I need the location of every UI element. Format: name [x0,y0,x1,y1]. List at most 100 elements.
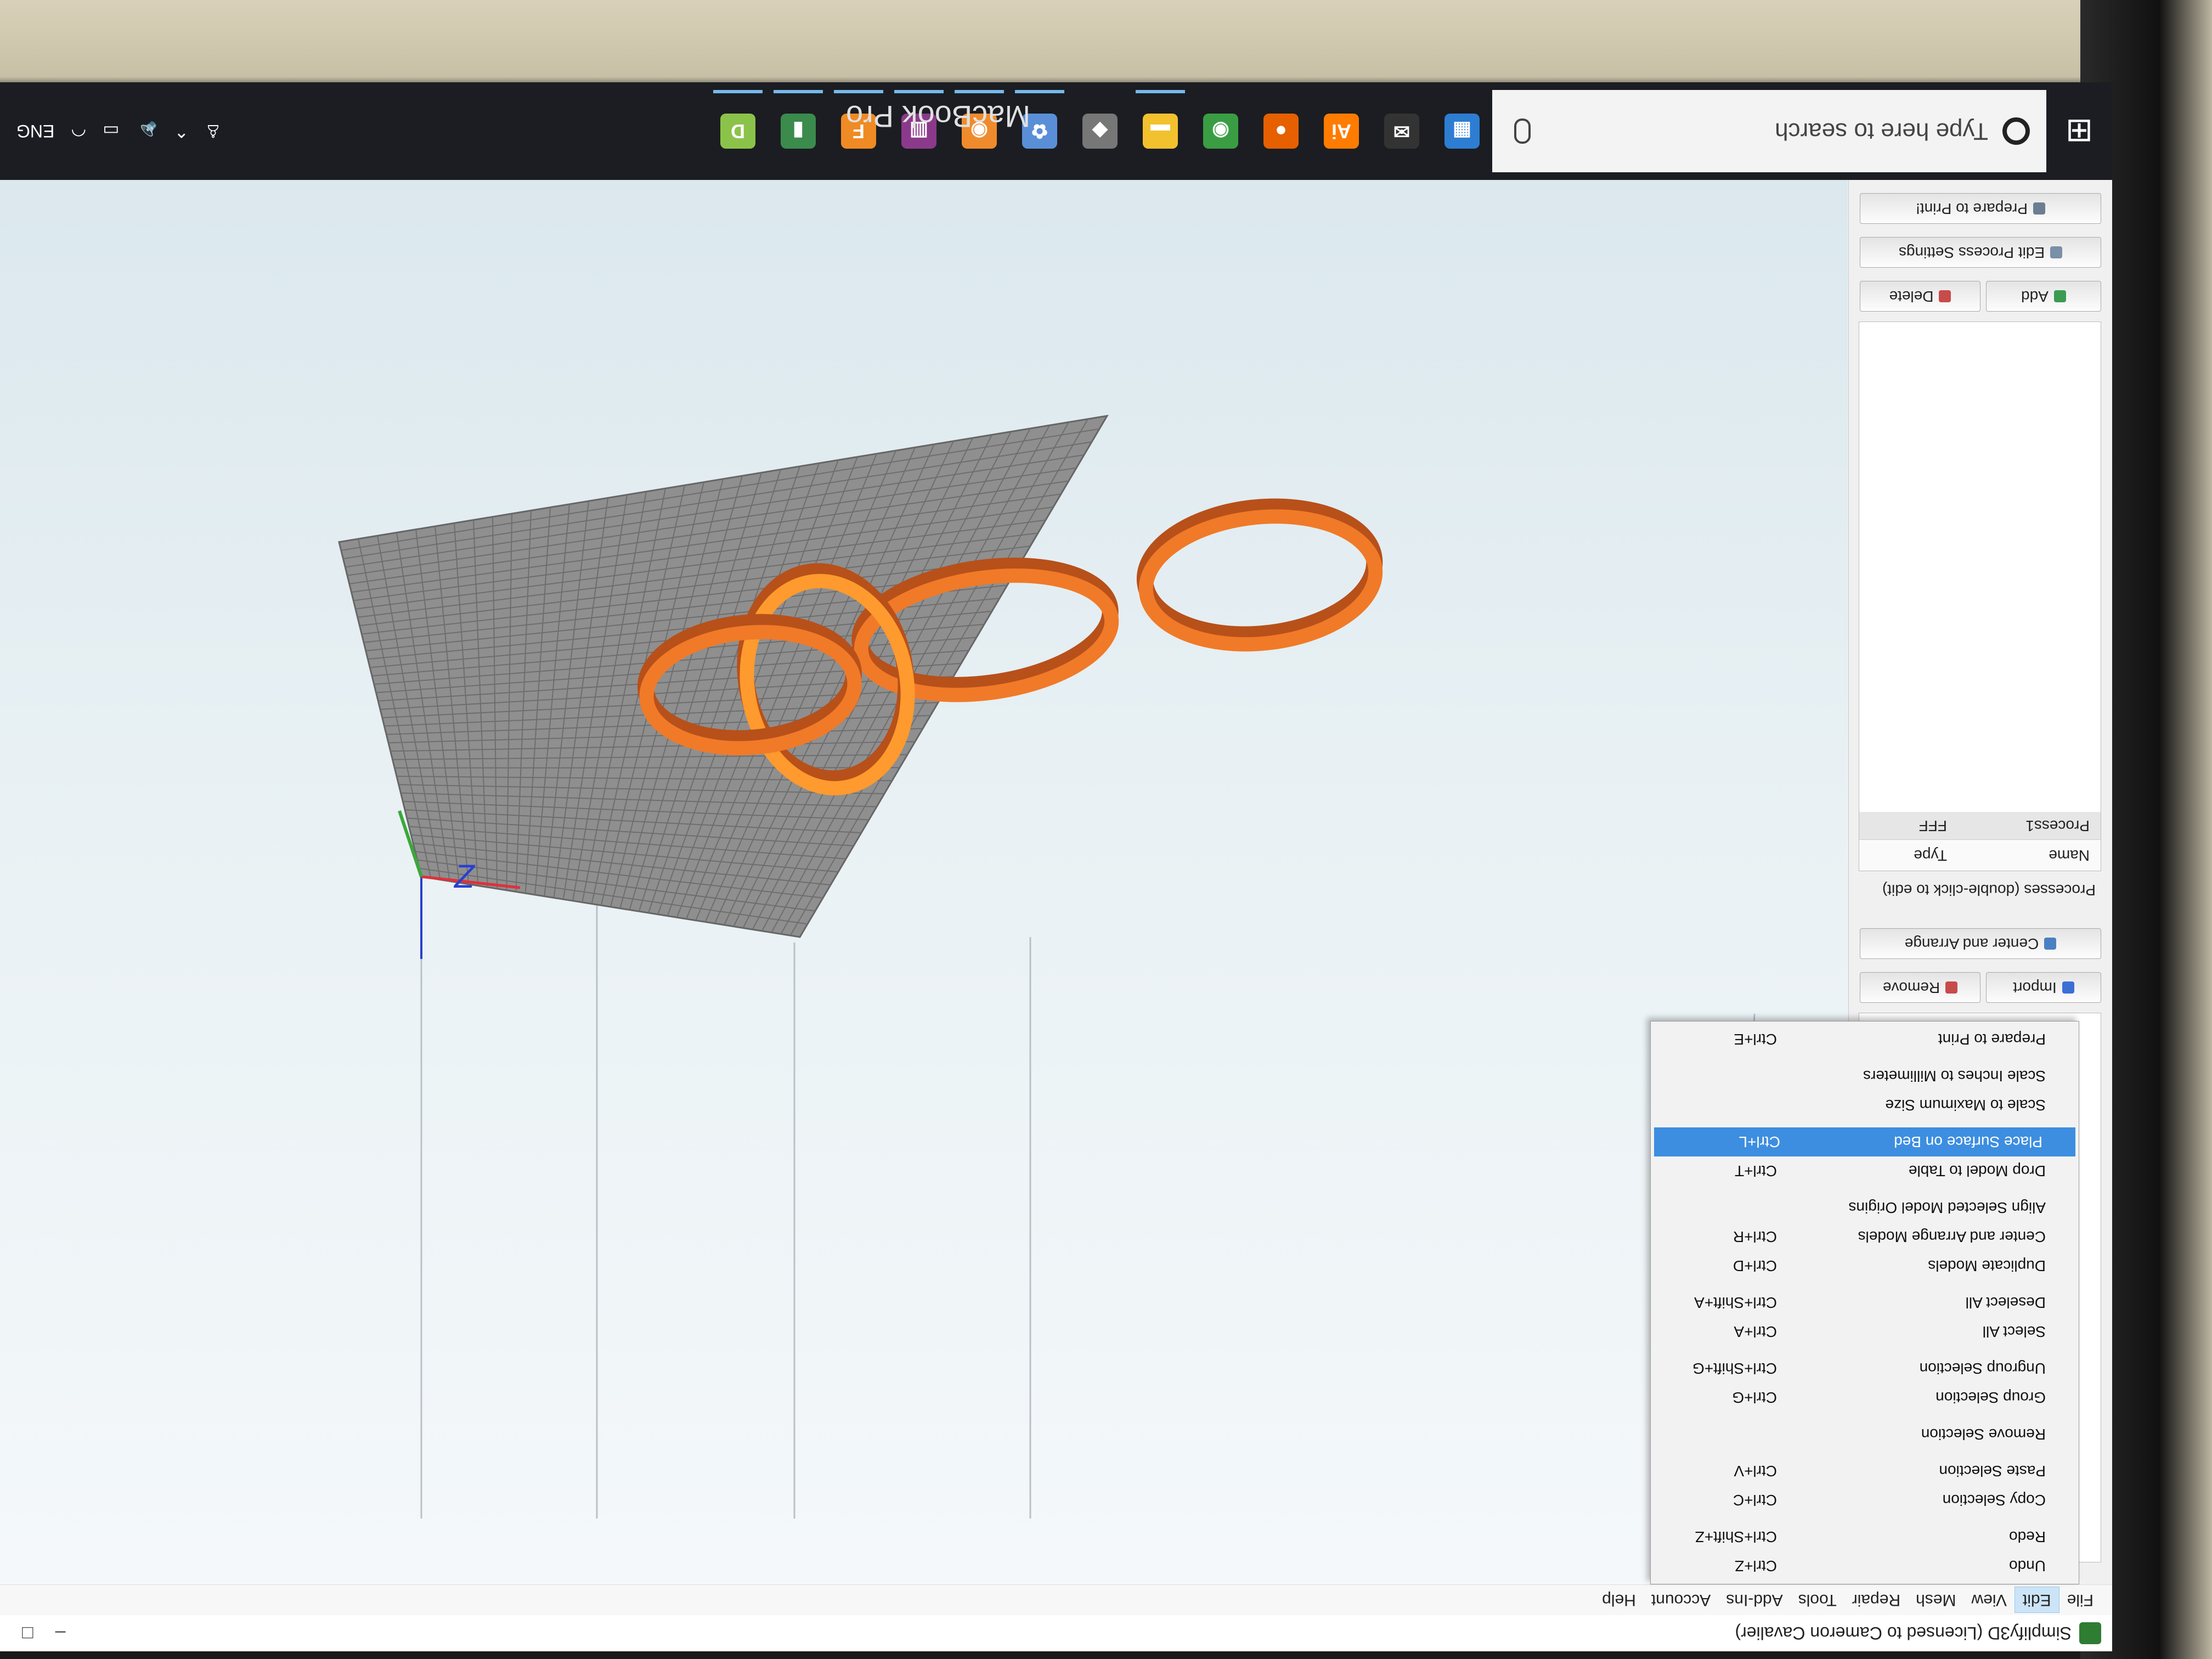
menu-item-shortcut: Ctrl+V [1734,1463,1777,1480]
menu-item-label: Remove Selection [1921,1426,2046,1443]
taskbar-app-button[interactable]: ● [1251,90,1311,172]
menu-help[interactable]: Help [1594,1588,1644,1613]
remove-button[interactable]: Remove [1860,972,1980,1003]
volume-icon[interactable]: 🔈 [136,121,158,142]
edit-menu-item[interactable]: Group Selection Ctrl+G [1651,1383,2079,1412]
menu-item-shortcut: Ctrl+Shift+Z [1695,1528,1777,1546]
menu-item-label: Select All [1982,1323,2046,1341]
battery-icon[interactable]: ▭ [103,121,119,142]
search-input[interactable]: Type here to search [1531,117,1988,145]
menu-tools[interactable]: Tools [1791,1588,1844,1613]
simplify3d-app-icon [2079,1622,2101,1644]
menu-separator [1651,1280,2079,1288]
table-row[interactable]: Process1 FFF [1859,812,2101,839]
chevron-up-icon[interactable]: ⌃ [174,121,189,142]
build-volume-lines [420,882,1756,1519]
menu-item-label: Deselect All [1965,1294,2046,1312]
menu-separator [1651,1346,2079,1354]
remove-icon [1945,981,1958,994]
build-plate-scene[interactable]: Z [0,180,1848,1584]
process-type: FFF [1918,817,1947,834]
column-type[interactable]: Type [1859,847,1947,864]
add-process-button[interactable]: Add [1986,281,2101,312]
import-button[interactable]: Import [1986,972,2101,1003]
edit-menu-item[interactable]: Align Selected Model Origins [1651,1193,2079,1222]
edit-menu-item[interactable]: Remove Selection [1651,1420,2079,1449]
column-name[interactable]: Name [1947,847,2101,864]
edit-menu-dropdown[interactable]: Undo Ctrl+Z Redo Ctrl+Shift+Z Copy Selection… [1650,1021,2079,1584]
taskbar-app-button[interactable]: ◆ [1070,90,1130,172]
menu-item-label: Copy Selection [1942,1492,2046,1509]
taskbar-app-button[interactable]: D [708,90,768,172]
menu-item-shortcut: Ctrl+A [1734,1323,1777,1341]
taskbar-app-button[interactable]: ✉ [1372,90,1432,172]
menu-separator [1651,1186,2079,1193]
menu-repair[interactable]: Repair [1844,1588,1908,1613]
menu-view[interactable]: View [1963,1588,2014,1613]
processes-header: Name Type [1859,839,2101,871]
menu-item-label: Prepare to Print [1938,1031,2046,1048]
edit-menu-item[interactable]: Copy Selection Ctrl+C [1651,1486,2079,1515]
maximize-button[interactable]: □ [22,1623,33,1644]
menu-item-shortcut: Ctrl+E [1734,1031,1777,1048]
menu-separator [1651,1120,2079,1127]
minimize-button[interactable]: – [55,1623,66,1644]
menu-account[interactable]: Account [1644,1588,1718,1613]
menu-file[interactable]: File [2059,1588,2101,1613]
edit-menu-item[interactable]: Prepare to Print Ctrl+E [1651,1025,2079,1054]
prepare-to-print-button[interactable]: Prepare to Print! [1860,193,2101,224]
edit-menu-item[interactable]: Deselect All Ctrl+Shift+A [1651,1288,2079,1317]
edit-menu-item[interactable]: Drop Model to Table Ctrl+T [1651,1156,2079,1186]
firefox-icon: ● [1263,114,1299,149]
ring-model[interactable] [1136,496,1383,656]
center-arrange-button[interactable]: Center and Arrange [1860,928,2101,959]
language-indicator[interactable]: ENG [16,121,54,142]
window-title: Simplify3D (Licensed to Cameron Cavalier… [1735,1623,2072,1644]
edit-menu-item[interactable]: Select All Ctrl+A [1651,1317,2079,1346]
menu-mesh[interactable]: Mesh [1908,1588,1963,1613]
microphone-icon[interactable] [1514,119,1531,144]
menu-item-shortcut: Ctrl+D [1733,1257,1777,1275]
menu-item-shortcut: Ctrl+T [1735,1163,1777,1180]
processes-label: Processes (double-click to edit) [1882,882,2096,899]
edit-menu-item[interactable]: Scale to Maximum Size [1651,1091,2079,1120]
menu-item-label: Undo [2009,1558,2046,1575]
wifi-icon[interactable]: ◠ [71,121,86,142]
menu-item-label: Ungroup Selection [1919,1360,2046,1378]
menu-item-label: Center and Arrange Models [1858,1228,2046,1246]
menu-item-label: Align Selected Model Origins [1848,1199,2046,1217]
taskbar-app-button[interactable]: Ai [1311,90,1372,172]
search-box[interactable]: Type here to search [1492,90,2046,172]
delete-process-button[interactable]: Delete [1860,281,1980,312]
chrome-icon: ◉ [1203,114,1238,149]
taskbar-app-button[interactable]: ▬ [1130,90,1190,172]
menu-item-shortcut: Ctrl+R [1733,1228,1777,1246]
menu-edit[interactable]: Edit [2014,1587,2059,1613]
edit-menu-item[interactable]: Center and Arrange Models Ctrl+R [1651,1222,2079,1251]
taskbar-app-button[interactable]: ◉ [1190,90,1251,172]
simplify3d-icon: ▮ [781,114,816,149]
menu-add-ins[interactable]: Add-Ins [1718,1588,1790,1613]
edit-menu-item[interactable]: Paste Selection Ctrl+V [1651,1457,2079,1486]
center-arrange-icon [2044,938,2057,950]
menu-item-shortcut: Ctrl+Z [1735,1558,1777,1575]
menu-item-label: Duplicate Models [1928,1257,2046,1275]
start-button[interactable]: ⊞ [2046,82,2112,180]
taskbar-app-button[interactable]: ▦ [1432,90,1492,172]
import-label: Import [2013,979,2057,996]
menu-item-label: Paste Selection [1939,1463,2046,1480]
people-icon[interactable]: ♙ [205,121,221,142]
edit-menu-item[interactable]: Place Surface on Bed Ctrl+L [1654,1127,2075,1156]
edit-menu-item[interactable]: Duplicate Models Ctrl+D [1651,1251,2079,1280]
menu-separator [1651,1412,2079,1420]
taskbar-app-button[interactable]: ▮ [768,90,828,172]
edit-menu-item[interactable]: Scale Inches to Millimeters [1651,1062,2079,1091]
window-titlebar: Simplify3D (Licensed to Cameron Cavalier… [0,1615,2112,1651]
edit-process-settings-button[interactable]: Edit Process Settings [1860,237,2101,268]
menu-item-shortcut: Ctrl+Shift+G [1692,1360,1777,1378]
edit-menu-item[interactable]: Ungroup Selection Ctrl+Shift+G [1651,1354,2079,1383]
3d-viewport[interactable]: Z [0,180,1848,1584]
processes-table[interactable]: Name Type Process1 FFF [1859,321,2101,871]
edit-menu-item[interactable]: Redo Ctrl+Shift+Z [1651,1522,2079,1551]
edit-menu-item[interactable]: Undo Ctrl+Z [1651,1551,2079,1581]
